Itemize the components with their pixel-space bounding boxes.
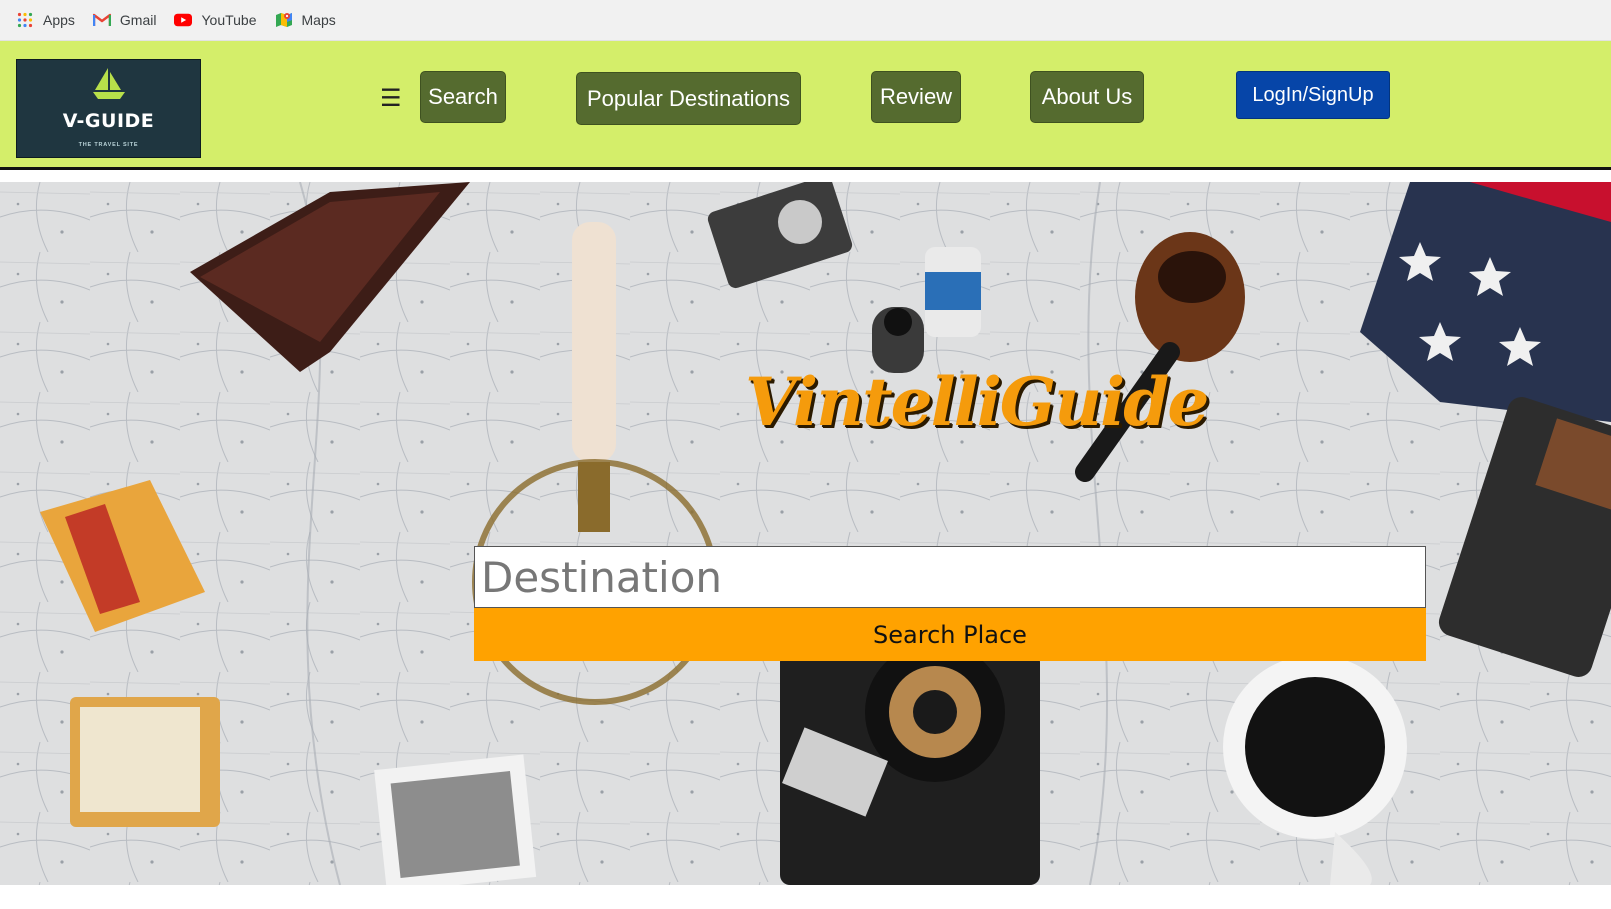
bookmark-youtube[interactable]: YouTube (174, 11, 257, 29)
gmail-icon (92, 11, 111, 29)
hero-section: VintelliGuide Search Place (0, 182, 1611, 885)
site-logo[interactable]: V-GUIDE THE TRAVEL SITE (16, 59, 201, 158)
site-header: V-GUIDE THE TRAVEL SITE ☰ Search Popular… (0, 41, 1611, 170)
nav-about-us-button[interactable]: About Us (1030, 71, 1144, 123)
search-place-button[interactable]: Search Place (474, 608, 1426, 661)
bookmark-label: Apps (43, 12, 75, 28)
bookmark-gmail[interactable]: Gmail (92, 11, 157, 29)
youtube-icon (174, 11, 193, 29)
bookmark-label: YouTube (201, 12, 257, 28)
hero-title: VintelliGuide (745, 363, 1209, 441)
nav-review-button[interactable]: Review (871, 71, 961, 123)
bookmark-label: Maps (301, 12, 336, 28)
apps-grid-icon (16, 11, 34, 29)
logo-name: V-GUIDE (62, 110, 155, 132)
hamburger-menu-icon[interactable]: ☰ (380, 87, 402, 111)
bookmark-maps[interactable]: Maps (275, 11, 336, 29)
maps-icon (275, 11, 293, 29)
bookmarks-bar: Apps Gmail YouTube Maps (0, 0, 1611, 41)
bookmark-apps[interactable]: Apps (16, 11, 75, 29)
login-signup-button[interactable]: LogIn/SignUp (1236, 71, 1390, 119)
logo-tagline: THE TRAVEL SITE (78, 142, 139, 148)
nav-popular-destinations-button[interactable]: Popular Destinations (576, 72, 801, 125)
nav-search-button[interactable]: Search (420, 71, 506, 123)
sailboat-icon (93, 68, 125, 99)
destination-input[interactable] (474, 546, 1426, 608)
bookmark-label: Gmail (119, 12, 157, 28)
hero-background-image (0, 182, 1611, 885)
